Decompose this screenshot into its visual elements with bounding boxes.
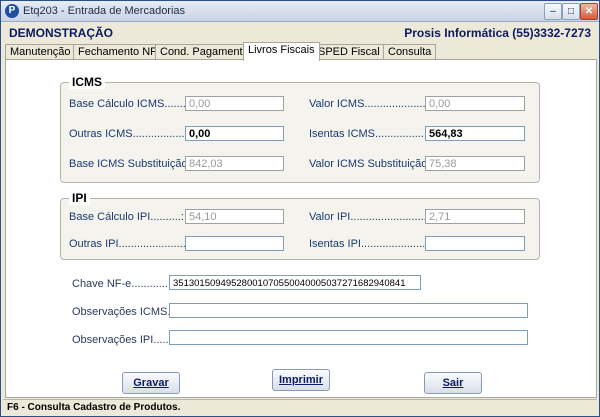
obs-icms-field[interactable] <box>169 303 528 318</box>
window-title: Etq203 - Entrada de Mercadorias <box>23 5 186 17</box>
demo-label: DEMONSTRAÇÃO <box>9 26 113 40</box>
close-icon: ✕ <box>584 6 594 17</box>
minimize-icon: – <box>550 6 556 17</box>
obs-ipi-label: Observações IPI.......: <box>72 334 178 346</box>
icms-valor-field[interactable]: 0,00 <box>425 96 525 111</box>
icms-base-subst-label: Base ICMS Substituição: <box>69 158 191 170</box>
obs-icms-label: Observações ICMS.: <box>72 306 174 318</box>
ipi-base-calculo-label: Base Cálculo IPI..........: <box>69 211 184 223</box>
tab-sped-fiscal[interactable]: SPED Fiscal <box>313 44 385 60</box>
icms-group-title: ICMS <box>69 75 105 89</box>
header-bar: DEMONSTRAÇÃO Prosis Informática (55)3332… <box>3 23 597 41</box>
minimize-button[interactable]: – <box>544 3 562 20</box>
chave-nfe-field[interactable]: 3513015094952800107055004000503727168294… <box>169 275 421 290</box>
livros-fiscais-panel: ICMS Base Cálculo ICMS........: 0,00 Val… <box>5 59 597 398</box>
ipi-isentas-field[interactable] <box>425 236 525 251</box>
tab-consulta[interactable]: Consulta <box>383 44 437 60</box>
title-bar: P Etq203 - Entrada de Mercadorias – □ ✕ <box>1 1 599 22</box>
icms-base-calculo-label: Base Cálculo ICMS........: <box>69 98 192 110</box>
sair-button[interactable]: Sair <box>424 372 482 394</box>
tab-fechamento-nf[interactable]: Fechamento NF <box>73 44 162 60</box>
icms-outras-label: Outras ICMS......................: <box>69 128 203 140</box>
ipi-outras-field[interactable] <box>185 236 284 251</box>
app-logo-icon: P <box>5 4 19 18</box>
icms-outras-field[interactable]: 0,00 <box>185 126 284 141</box>
tab-manutencao[interactable]: Manutenção <box>5 44 76 60</box>
imprimir-button[interactable]: Imprimir <box>272 369 330 391</box>
main-window: P Etq203 - Entrada de Mercadorias – □ ✕ … <box>0 0 600 417</box>
gravar-button[interactable]: Gravar <box>122 372 180 394</box>
ipi-valor-field[interactable]: 2,71 <box>425 209 525 224</box>
icms-valor-subst-label: Valor ICMS Substituição: <box>309 158 431 170</box>
icms-group: ICMS Base Cálculo ICMS........: 0,00 Val… <box>60 75 540 183</box>
obs-ipi-field[interactable] <box>169 330 528 345</box>
maximize-button[interactable]: □ <box>562 3 580 20</box>
maximize-icon: □ <box>567 6 575 17</box>
chave-nfe-label: Chave NF-e................: <box>72 278 184 290</box>
ipi-outras-label: Outras IPI..........................: <box>69 238 202 250</box>
status-bar: F6 - Consulta Cadastro de Produtos. <box>3 399 597 415</box>
ipi-base-calculo-field[interactable]: 54,10 <box>185 209 284 224</box>
icms-base-calculo-field[interactable]: 0,00 <box>185 96 284 111</box>
icms-isentas-field[interactable]: 564,83 <box>425 126 525 141</box>
icms-valor-subst-field[interactable]: 75,38 <box>425 156 525 171</box>
icms-base-subst-field[interactable]: 842,03 <box>185 156 284 171</box>
company-label: Prosis Informática (55)3332-7273 <box>404 26 591 40</box>
ipi-group-title: IPI <box>69 191 90 205</box>
ipi-isentas-label: Isentas IPI........................: <box>309 238 438 250</box>
ipi-group: IPI Base Cálculo IPI..........: 54,10 Va… <box>60 191 540 260</box>
close-button[interactable]: ✕ <box>580 3 598 20</box>
tab-cond-pagamento[interactable]: Cond. Pagamento <box>155 44 254 60</box>
icms-valor-label: Valor ICMS.........................: <box>309 98 444 110</box>
tab-livros-fiscais[interactable]: Livros Fiscais <box>243 42 320 61</box>
